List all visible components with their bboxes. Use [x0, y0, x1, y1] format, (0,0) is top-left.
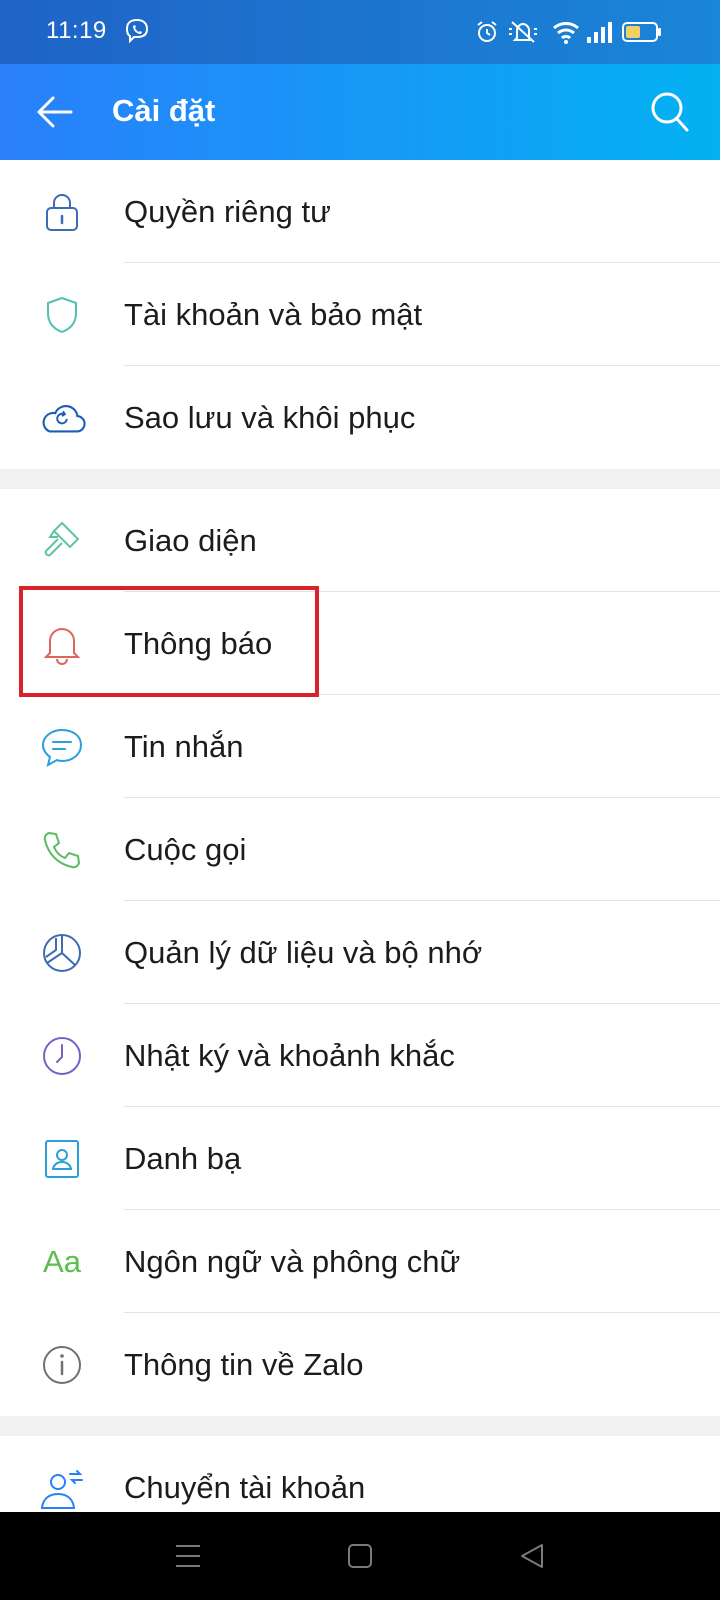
settings-item-contacts[interactable]: Danh bạ: [0, 1107, 720, 1210]
settings-item-about-zalo[interactable]: Thông tin về Zalo: [0, 1313, 720, 1416]
settings-item-label: Giao diện: [124, 522, 257, 558]
settings-item-diary-moments[interactable]: Nhật ký và khoảnh khắc: [0, 1004, 720, 1107]
settings-group-account: Quyền riêng tư Tài khoản và bảo mật Sao …: [0, 160, 720, 469]
paint-brush-icon: [38, 517, 86, 565]
chat-bubble-icon: [38, 723, 86, 771]
clock-icon: [38, 1032, 86, 1080]
app-bar: Cài đặt: [0, 64, 720, 160]
font-icon-text: Aa: [43, 1243, 81, 1279]
info-icon: [38, 1341, 86, 1389]
settings-item-messages[interactable]: Tin nhắn: [0, 695, 720, 798]
section-gap: [0, 1416, 720, 1436]
battery-icon: [622, 21, 662, 48]
settings-item-label: Danh bạ: [124, 1140, 242, 1176]
phone-icon: [38, 826, 86, 874]
settings-item-appearance[interactable]: Giao diện: [0, 489, 720, 592]
settings-item-label: Ngôn ngữ và phông chữ: [124, 1243, 461, 1279]
settings-item-label: Cuộc gọi: [124, 831, 247, 867]
settings-item-label: Nhật ký và khoảnh khắc: [124, 1037, 455, 1073]
shield-icon: [38, 291, 86, 339]
settings-item-backup-restore[interactable]: Sao lưu và khôi phục: [0, 366, 720, 469]
settings-item-label: Thông tin về Zalo: [124, 1346, 364, 1382]
settings-item-label: Quyền riêng tư: [124, 193, 331, 229]
back-arrow-icon[interactable]: [36, 93, 74, 136]
highlight-box: [19, 586, 319, 697]
contact-card-icon: [38, 1135, 86, 1183]
settings-item-calls[interactable]: Cuộc gọi: [0, 798, 720, 901]
signal-icon: [586, 20, 614, 49]
search-icon[interactable]: [650, 91, 690, 138]
section-gap: [0, 469, 720, 489]
settings-item-label: Tin nhắn: [124, 728, 244, 764]
wifi-icon: [552, 20, 580, 49]
settings-item-label: Quản lý dữ liệu và bộ nhớ: [124, 934, 483, 970]
silent-icon: [508, 20, 538, 49]
status-time: 11:19: [46, 17, 107, 44]
settings-item-language-font[interactable]: Aa Ngôn ngữ và phông chữ: [0, 1210, 720, 1313]
viber-icon: [124, 18, 150, 49]
settings-item-data-storage[interactable]: Quản lý dữ liệu và bộ nhớ: [0, 901, 720, 1004]
navigation-bar: [0, 1512, 720, 1600]
settings-item-privacy[interactable]: Quyền riêng tư: [0, 160, 720, 263]
home-icon[interactable]: [338, 1534, 382, 1578]
font-icon: Aa: [38, 1238, 86, 1286]
lock-icon: [38, 188, 86, 236]
settings-item-label: Sao lưu và khôi phục: [124, 399, 416, 435]
settings-item-label: Tài khoản và bảo mật: [124, 296, 423, 332]
pie-chart-icon: [38, 929, 86, 977]
cloud-restore-icon: [38, 394, 86, 442]
settings-item-account-security[interactable]: Tài khoản và bảo mật: [0, 263, 720, 366]
alarm-icon: [476, 20, 498, 49]
switch-account-icon: [38, 1464, 86, 1512]
status-bar: 11:19: [0, 0, 720, 64]
menu-icon[interactable]: [166, 1534, 210, 1578]
back-triangle-icon[interactable]: [510, 1534, 554, 1578]
page-title: Cài đặt: [112, 93, 216, 128]
settings-item-label: Chuyển tài khoản: [124, 1469, 366, 1505]
